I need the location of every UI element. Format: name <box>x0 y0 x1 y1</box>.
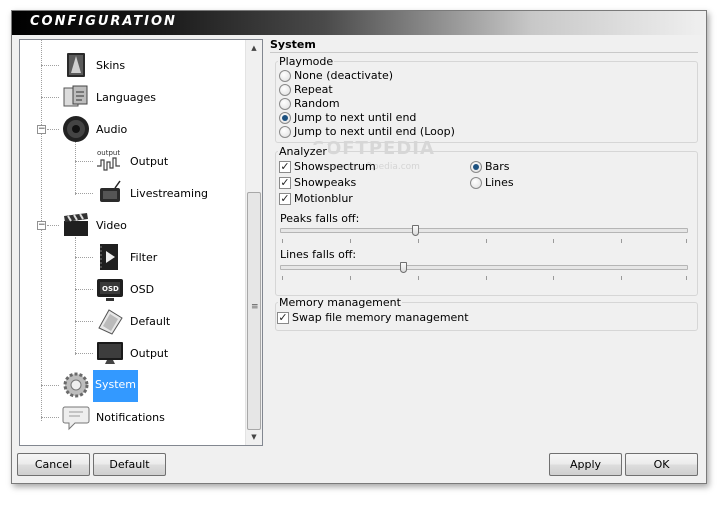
showpeaks-checkbox[interactable]: ✓ <box>279 177 291 189</box>
analyzer-group-title: Analyzer <box>278 145 328 158</box>
livestreaming-icon <box>100 180 121 202</box>
audio-speaker-icon <box>63 116 89 142</box>
tree-label-audio-output: Output <box>130 155 169 168</box>
svg-text:output: output <box>97 149 120 157</box>
skins-icon <box>67 53 85 77</box>
label-none: None (deactivate) <box>294 69 394 82</box>
audio-output-icon: output <box>97 149 120 171</box>
section-divider <box>270 52 698 53</box>
lines-falloff-label: Lines falls off: <box>280 248 357 261</box>
tree-label-osd: OSD <box>130 283 155 296</box>
tree-label-video: Video <box>96 219 127 232</box>
radio-lines[interactable] <box>470 177 482 189</box>
swap-file-checkbox[interactable]: ✓ <box>277 312 289 324</box>
tree-item-audio[interactable]: Audio <box>59 114 199 146</box>
configuration-window: CONFIGURATION − − Skins Languages Audio … <box>11 10 707 484</box>
default-button[interactable]: Default <box>93 453 166 476</box>
tree-label-system: System <box>93 370 139 402</box>
radio-random[interactable] <box>279 98 291 110</box>
label-random: Random <box>294 97 340 110</box>
grip-icon: ≡ <box>251 302 259 312</box>
label-jump-loop: Jump to next until end (Loop) <box>294 125 455 138</box>
playmode-group-title: Playmode <box>278 55 335 68</box>
ok-button[interactable]: OK <box>625 453 698 476</box>
title-bar[interactable]: CONFIGURATION <box>12 11 706 35</box>
tree-item-languages[interactable]: Languages <box>59 82 199 114</box>
scroll-up-button[interactable]: ▲ <box>246 40 262 56</box>
showspectrum-checkbox[interactable]: ✓ <box>279 161 291 173</box>
tree-item-system[interactable]: System <box>59 370 199 402</box>
video-clapper-icon <box>64 213 88 236</box>
tree-label-skins: Skins <box>96 59 126 72</box>
tree-item-audio-output[interactable]: output Output <box>93 146 233 178</box>
tree-label-notifications: Notifications <box>96 411 165 424</box>
tree-label-default: Default <box>130 315 171 328</box>
tree-item-video[interactable]: Video <box>59 210 199 242</box>
tree-scrollbar[interactable]: ▲ ≡ ▼ <box>245 40 262 445</box>
osd-icon: OSD <box>97 279 123 301</box>
settings-tree: − − Skins Languages Audio output Output … <box>19 39 263 446</box>
label-bars: Bars <box>485 160 510 173</box>
peaks-falloff-track[interactable] <box>280 228 688 233</box>
section-title: System <box>270 38 316 51</box>
svg-text:OSD: OSD <box>102 285 119 293</box>
window-title: CONFIGURATION <box>30 14 177 29</box>
label-lines: Lines <box>485 176 514 189</box>
tree-item-notifications[interactable]: Notifications <box>59 402 209 434</box>
tree-label-languages: Languages <box>96 91 157 104</box>
memory-group-title: Memory management <box>278 296 402 309</box>
system-gears-icon <box>63 372 89 398</box>
tree-label-video-output: Output <box>130 347 169 360</box>
tree-label-audio: Audio <box>96 123 128 136</box>
scroll-down-button[interactable]: ▼ <box>246 429 262 445</box>
tree-item-livestreaming[interactable]: Livestreaming <box>93 178 253 210</box>
label-motionblur: Motionblur <box>294 192 353 205</box>
tree-label-livestreaming: Livestreaming <box>130 187 209 200</box>
notifications-bubble-icon <box>62 406 90 431</box>
filter-icon <box>100 244 118 270</box>
video-expander[interactable]: − <box>37 221 46 230</box>
radio-bars[interactable] <box>470 161 482 173</box>
label-swap-file: Swap file memory management <box>292 311 469 324</box>
peaks-falloff-thumb[interactable] <box>412 225 420 236</box>
label-repeat: Repeat <box>294 83 333 96</box>
radio-none[interactable] <box>279 70 291 82</box>
tree-label-filter: Filter <box>130 251 158 264</box>
tree-item-osd[interactable]: OSD OSD <box>93 274 233 306</box>
label-jump: Jump to next until end <box>294 111 417 124</box>
tree-item-default[interactable]: Default <box>93 306 233 338</box>
lines-falloff-track[interactable] <box>280 265 688 270</box>
cancel-button[interactable]: Cancel <box>17 453 90 476</box>
lines-falloff-thumb[interactable] <box>400 262 408 273</box>
default-video-icon <box>98 309 123 335</box>
video-output-monitor-icon <box>97 342 123 364</box>
scroll-thumb[interactable]: ≡ <box>247 192 261 430</box>
label-showspectrum: Showspectrum <box>294 160 376 173</box>
motionblur-checkbox[interactable]: ✓ <box>279 193 291 205</box>
label-showpeaks: Showpeaks <box>294 176 357 189</box>
languages-icon <box>63 85 88 107</box>
tree-item-video-output[interactable]: Output <box>93 338 233 370</box>
radio-repeat[interactable] <box>279 84 291 96</box>
radio-jump[interactable] <box>279 112 291 124</box>
peaks-falloff-label: Peaks falls off: <box>280 212 360 225</box>
apply-button[interactable]: Apply <box>549 453 622 476</box>
audio-expander[interactable]: − <box>37 125 46 134</box>
tree-item-skins[interactable]: Skins <box>59 50 199 82</box>
radio-jump-loop[interactable] <box>279 126 291 138</box>
tree-item-filter[interactable]: Filter <box>93 242 233 274</box>
